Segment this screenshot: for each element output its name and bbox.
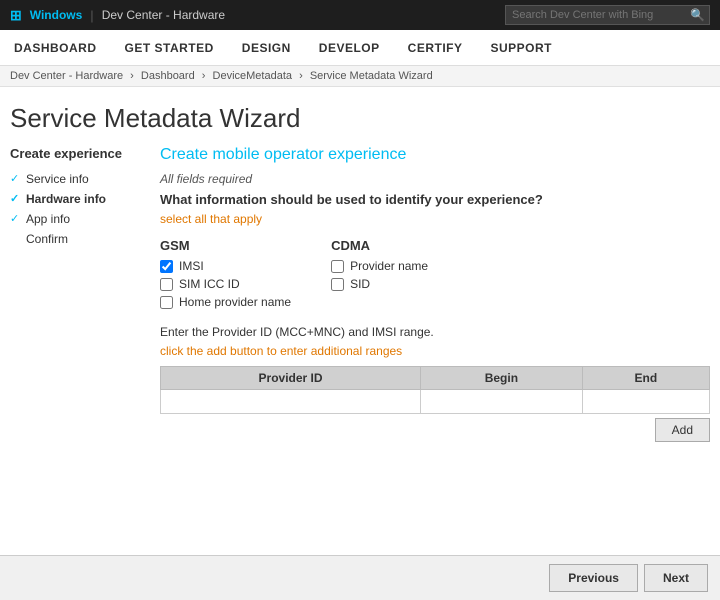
cdma-column: CDMA Provider name SID: [331, 238, 428, 313]
gsm-header: GSM: [160, 238, 291, 253]
section-title: Create mobile operator experience: [160, 146, 710, 164]
bottom-nav: Previous Next: [0, 555, 720, 600]
next-button[interactable]: Next: [644, 564, 708, 592]
breadcrumb: Dev Center - Hardware › Dashboard › Devi…: [0, 66, 720, 87]
breadcrumb-sep-3: ›: [299, 70, 303, 82]
sidebar-title: Create experience: [10, 146, 140, 161]
home-provider-checkbox-row[interactable]: Home provider name: [160, 295, 291, 309]
table-row-empty: [161, 390, 710, 414]
add-ranges-link[interactable]: click the add button to enter additional…: [160, 344, 402, 358]
search-button[interactable]: 🔍: [686, 8, 709, 22]
nav-design[interactable]: DESIGN: [238, 33, 295, 63]
sidebar-item-confirm[interactable]: Confirm: [10, 229, 140, 249]
nav-get-started[interactable]: GET STARTED: [121, 33, 218, 63]
provider-name-checkbox-row[interactable]: Provider name: [331, 259, 428, 273]
imsi-checkbox-row[interactable]: IMSI: [160, 259, 291, 273]
nav-certify[interactable]: CERTIFY: [404, 33, 467, 63]
sidebar-item-hardware-info[interactable]: ✓ Hardware info: [10, 189, 140, 209]
add-row: Add: [160, 418, 710, 442]
sidebar-item-app-info[interactable]: ✓ App info: [10, 209, 140, 229]
check-icon-2: ✓: [10, 192, 19, 205]
sidebar-label-hardware-info: Hardware info: [26, 192, 106, 206]
sid-checkbox-row[interactable]: SID: [331, 277, 428, 291]
page-title: Service Metadata Wizard: [0, 87, 720, 146]
search-input[interactable]: [506, 9, 686, 21]
top-bar-separator: |: [90, 8, 93, 23]
content-area: Create mobile operator experience All fi…: [160, 146, 710, 442]
sidebar-label-app-info: App info: [26, 212, 70, 226]
provider-name-label: Provider name: [350, 259, 428, 273]
sidebar-item-service-info[interactable]: ✓ Service info: [10, 169, 140, 189]
select-all-link[interactable]: select all that apply: [160, 212, 262, 226]
home-provider-checkbox[interactable]: [160, 296, 173, 309]
add-button[interactable]: Add: [655, 418, 710, 442]
cdma-header: CDMA: [331, 238, 428, 253]
sid-checkbox[interactable]: [331, 278, 344, 291]
nav-develop[interactable]: DEVELOP: [315, 33, 384, 63]
breadcrumb-item-2[interactable]: Dashboard: [141, 70, 195, 82]
col-header-begin: Begin: [421, 367, 583, 390]
sid-label: SID: [350, 277, 370, 291]
provider-desc: Enter the Provider ID (MCC+MNC) and IMSI…: [160, 325, 710, 339]
provider-table: Provider ID Begin End: [160, 366, 710, 414]
check-icon-1: ✓: [10, 172, 19, 185]
cell-provider-id: [161, 390, 421, 414]
windows-label: Windows: [30, 8, 83, 22]
breadcrumb-item-1[interactable]: Dev Center - Hardware: [10, 70, 123, 82]
nav-support[interactable]: SUPPORT: [487, 33, 557, 63]
nav-dashboard[interactable]: DASHBOARD: [10, 33, 101, 63]
top-bar: ⊞ Windows | Dev Center - Hardware 🔍: [0, 0, 720, 30]
breadcrumb-sep-2: ›: [202, 70, 206, 82]
imsi-label: IMSI: [179, 259, 204, 273]
windows-logo: ⊞: [10, 7, 22, 24]
breadcrumb-item-4: Service Metadata Wizard: [310, 70, 433, 82]
identifiers-row: GSM IMSI SIM ICC ID Home provider name C…: [160, 238, 710, 313]
sidebar: Create experience ✓ Service info ✓ Hardw…: [10, 146, 140, 442]
imsi-checkbox[interactable]: [160, 260, 173, 273]
col-header-provider-id: Provider ID: [161, 367, 421, 390]
sim-icc-id-checkbox[interactable]: [160, 278, 173, 291]
sim-icc-id-label: SIM ICC ID: [179, 277, 240, 291]
home-provider-label: Home provider name: [179, 295, 291, 309]
top-bar-title: Dev Center - Hardware: [102, 8, 225, 22]
search-box: 🔍: [505, 5, 710, 25]
provider-name-checkbox[interactable]: [331, 260, 344, 273]
breadcrumb-item-3[interactable]: DeviceMetadata: [213, 70, 293, 82]
cell-end: [582, 390, 709, 414]
main-content: Create experience ✓ Service info ✓ Hardw…: [0, 146, 720, 442]
cell-begin: [421, 390, 583, 414]
previous-button[interactable]: Previous: [549, 564, 638, 592]
top-bar-left: ⊞ Windows | Dev Center - Hardware: [10, 7, 225, 24]
col-header-end: End: [582, 367, 709, 390]
check-icon-3: ✓: [10, 212, 19, 225]
sim-icc-id-checkbox-row[interactable]: SIM ICC ID: [160, 277, 291, 291]
gsm-column: GSM IMSI SIM ICC ID Home provider name: [160, 238, 291, 313]
question-label: What information should be used to ident…: [160, 192, 710, 207]
all-fields-label: All fields required: [160, 172, 710, 186]
sidebar-label-service-info: Service info: [26, 172, 89, 186]
breadcrumb-sep-1: ›: [130, 70, 134, 82]
nav-bar: DASHBOARD GET STARTED DESIGN DEVELOP CER…: [0, 30, 720, 66]
sidebar-label-confirm: Confirm: [26, 232, 68, 246]
